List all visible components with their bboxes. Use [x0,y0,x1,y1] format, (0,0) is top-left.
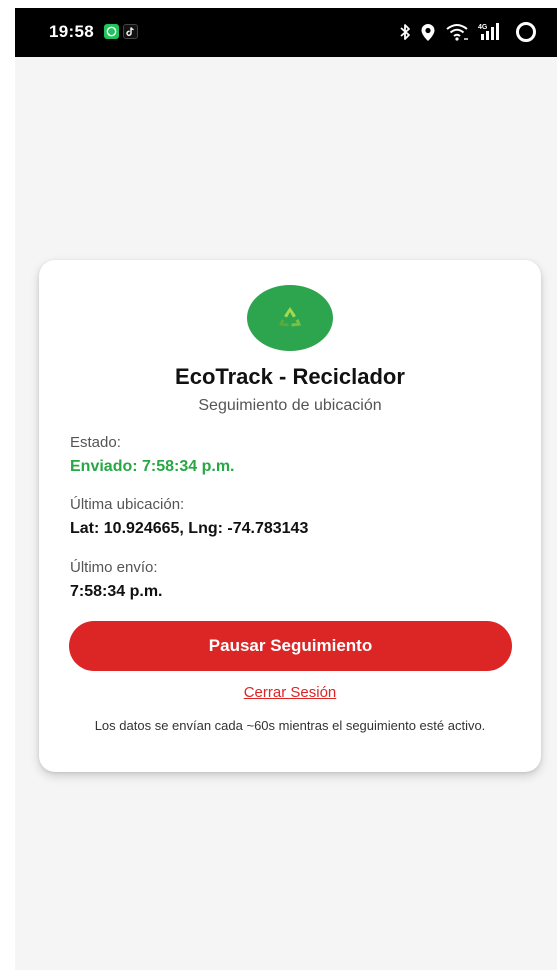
tiktok-notification-icon [123,24,138,39]
battery-ring-icon [515,21,537,43]
location-icon [420,23,436,42]
whatsapp-notification-icon [104,24,119,39]
app-subtitle: Seguimiento de ubicación [198,397,382,414]
app-logo [247,285,333,351]
recycle-icon [279,307,301,327]
status-time: 19:58 [49,22,94,41]
last-location-label: Última ubicación: [70,496,185,513]
app-screen: 19:58 4G EcoTrack - Reciclador Seguimien… [15,8,557,970]
status-bar: 19:58 4G [15,8,557,57]
last-send-value: 7:58:34 p.m. [70,583,163,600]
logout-link[interactable]: Cerrar Sesión [244,684,337,701]
last-send-label: Último envío: [70,559,158,576]
signal-4g-icon: 4G [478,22,506,42]
status-label: Estado: [70,434,121,451]
bluetooth-icon [399,23,411,41]
network-type-label: 4G [478,24,488,31]
logout-link-row: Cerrar Sesión [39,684,541,701]
last-location-value: Lat: 10.924665, Lng: -74.783143 [70,520,309,537]
tracking-card: EcoTrack - Reciclador Seguimiento de ubi… [39,260,541,772]
status-value: Enviado: 7:58:34 p.m. [70,458,235,475]
status-indicators: 4G [399,20,537,44]
app-title: EcoTrack - Reciclador [175,364,405,389]
wifi-icon [445,22,469,42]
footer-note: Los datos se envían cada ~60s mientras e… [94,718,486,733]
pause-tracking-button[interactable]: Pausar Seguimiento [69,621,512,671]
